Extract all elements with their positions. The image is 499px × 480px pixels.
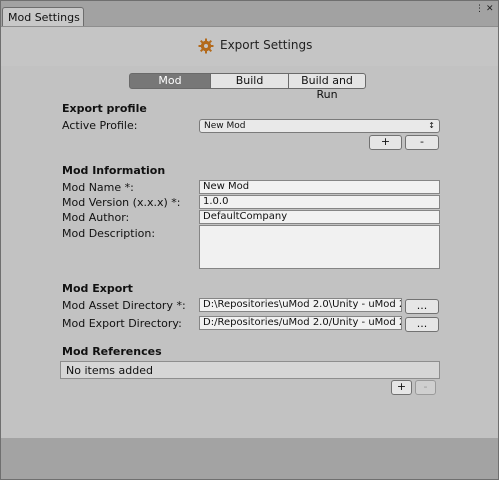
settings-body: Mod Build Build and Run Export profile A… <box>1 66 498 438</box>
mod-export-heading: Mod Export <box>62 282 133 295</box>
export-profile-heading: Export profile <box>62 102 147 115</box>
mod-asset-directory-input[interactable]: D:\Repositories\uMod 2.0\Unity - uMod 2 <box>199 298 402 312</box>
close-icon[interactable]: ✕ <box>486 4 494 14</box>
window-tab-mod-settings[interactable]: Mod Settings <box>2 7 84 26</box>
mod-settings-window: Mod Settings ⋮ ✕ Export Settings Mod Bui… <box>0 0 499 480</box>
active-profile-value: New Mod <box>204 121 246 131</box>
mod-references-list: No items added <box>60 361 440 379</box>
mod-version-label: Mod Version (x.x.x) *: <box>62 196 181 209</box>
window-footer <box>1 438 498 479</box>
mod-export-directory-input[interactable]: D:/Repositories/uMod 2.0/Unity - uMod 2 <box>199 316 402 330</box>
mod-references-heading: Mod References <box>62 345 162 358</box>
remove-profile-button[interactable]: - <box>405 135 439 150</box>
mod-information-heading: Mod Information <box>62 164 166 177</box>
mod-description-textarea[interactable] <box>199 225 440 269</box>
window-menu-icon[interactable]: ⋮ <box>475 4 484 14</box>
mod-author-input[interactable]: DefaultCompany <box>199 210 440 224</box>
browse-export-directory-button[interactable]: ... <box>405 317 439 332</box>
mod-name-label: Mod Name *: <box>62 181 134 194</box>
mod-export-directory-label: Mod Export Directory: <box>62 317 182 330</box>
active-profile-label: Active Profile: <box>62 119 138 132</box>
mod-name-input[interactable]: New Mod <box>199 180 440 194</box>
remove-reference-button[interactable]: - <box>415 380 436 395</box>
header-panel: Export Settings <box>1 26 498 67</box>
mod-version-input[interactable]: 1.0.0 <box>199 195 440 209</box>
tab-build-and-run[interactable]: Build and Run <box>288 73 366 101</box>
add-reference-button[interactable]: + <box>391 380 412 395</box>
page-title: Export Settings <box>220 38 313 52</box>
mod-author-label: Mod Author: <box>62 211 130 224</box>
list-empty-text: No items added <box>66 364 153 377</box>
dropdown-arrows-icon: ↕ <box>428 121 435 130</box>
gear-icon <box>198 38 214 54</box>
tab-build[interactable]: Build <box>210 73 289 89</box>
active-profile-dropdown[interactable]: New Mod ↕ <box>199 119 440 133</box>
mod-description-label: Mod Description: <box>62 227 156 240</box>
mod-asset-directory-label: Mod Asset Directory *: <box>62 299 186 312</box>
add-profile-button[interactable]: + <box>369 135 402 150</box>
browse-asset-directory-button[interactable]: ... <box>405 299 439 314</box>
window-tab-strip: Mod Settings ⋮ ✕ <box>1 1 498 26</box>
tab-mod[interactable]: Mod <box>129 73 211 89</box>
